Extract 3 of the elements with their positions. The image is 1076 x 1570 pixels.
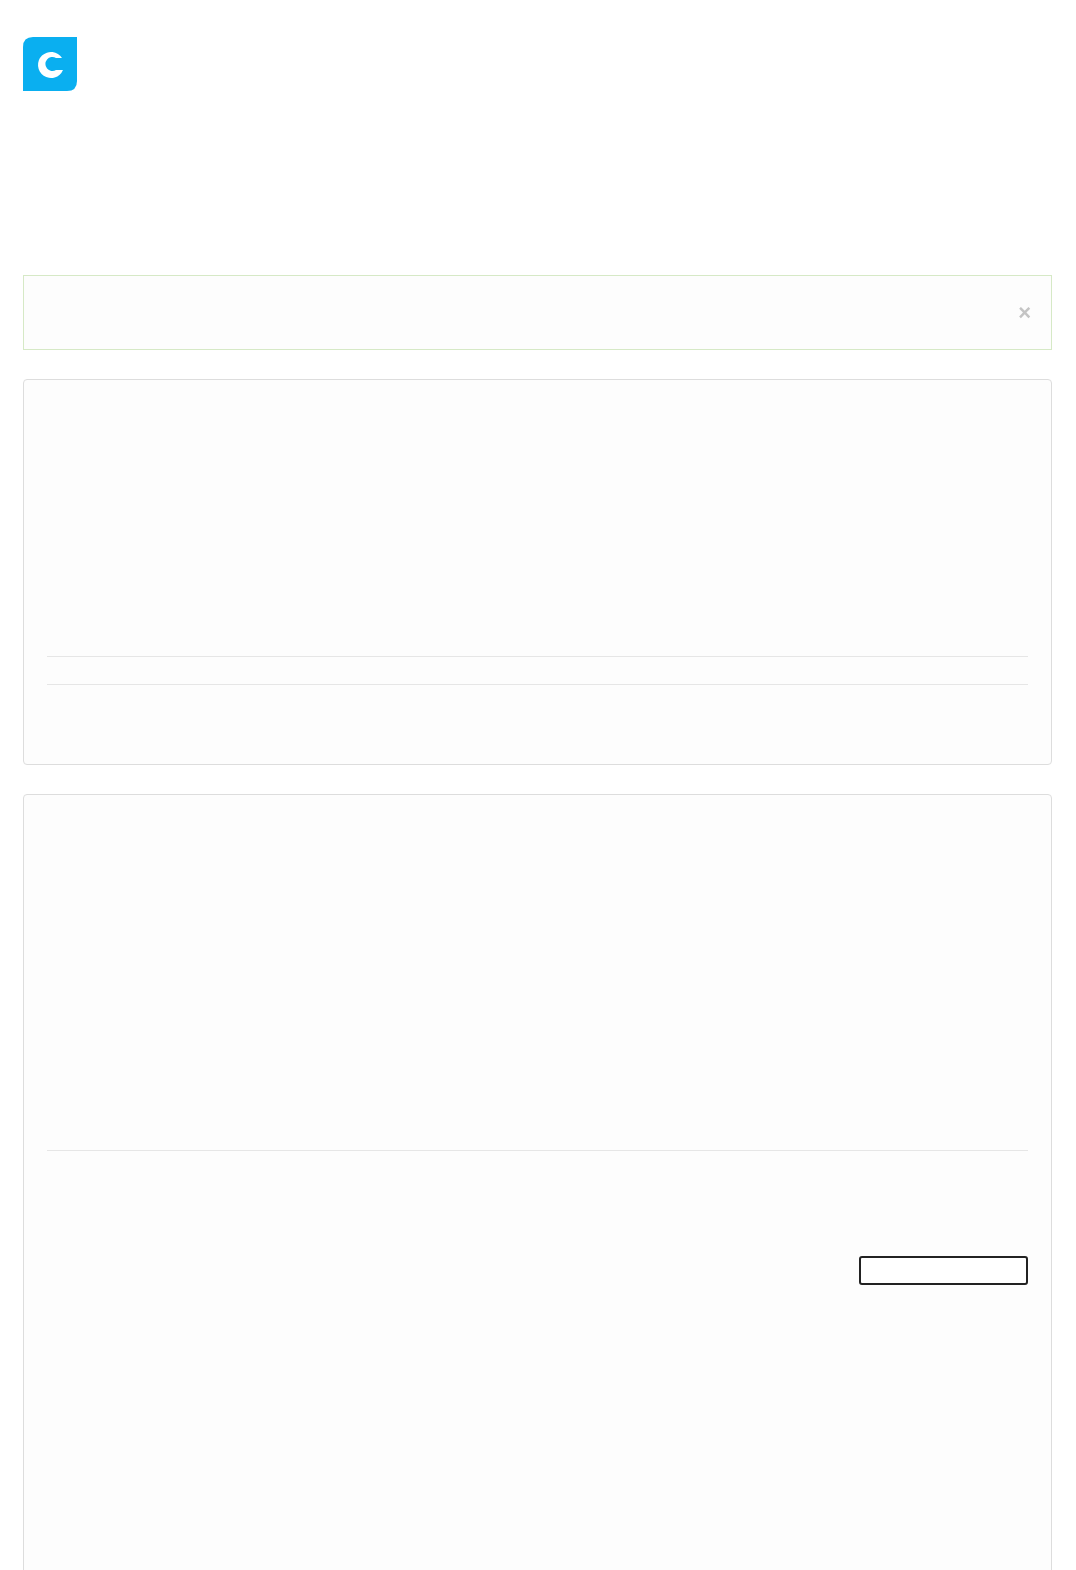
logo-icon [23, 37, 77, 91]
input-field[interactable] [859, 1256, 1028, 1285]
close-button[interactable]: × [1018, 301, 1031, 324]
